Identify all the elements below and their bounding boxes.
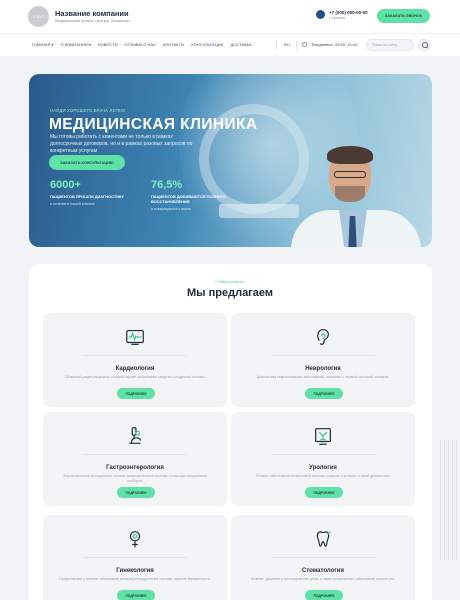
phone-city: г. Москва	[329, 16, 345, 20]
stat-value-patients: 6000+	[50, 179, 81, 191]
stat-sub-patients: и лечение в нашей клинике	[50, 202, 95, 206]
more-button[interactable]: ПОДРОБНЕЕ	[305, 388, 343, 399]
xray-icon	[315, 428, 331, 445]
card-title: Гастроэнтерология	[106, 465, 164, 471]
card-divider	[271, 355, 375, 356]
search-icon[interactable]	[418, 39, 430, 51]
tooth-icon	[316, 531, 331, 547]
card-title: Урология	[309, 465, 337, 471]
nav-divider	[296, 40, 297, 50]
company-subtitle: Медицинские услуги, центры, больницы	[55, 18, 130, 23]
more-button[interactable]: ПОДРОБНЕЕ	[305, 487, 343, 498]
more-button[interactable]: ПОДРОБНЕЕ	[117, 388, 155, 399]
doctor-beard-image	[335, 186, 365, 202]
card-description: Профилактика и лечение заболеваний женск…	[59, 577, 211, 581]
service-card-dentistry[interactable]: Стоматология Лечение, удаление и протези…	[231, 515, 415, 600]
ear-icon	[317, 329, 329, 345]
nav-item-home[interactable]: ГЛАВНАЯ ▾	[32, 42, 53, 47]
card-description: Лечение, удаление и протезирование зубов…	[250, 577, 396, 581]
card-description: Диагностика неврологических заболеваний,…	[256, 375, 390, 379]
more-button[interactable]: ПОДРОБНЕЕ	[117, 590, 155, 600]
clock-icon	[302, 42, 307, 47]
card-description: Эндоскопическое исследование органов пищ…	[62, 474, 208, 483]
main-nav: ГЛАВНАЯ ▾ О КОМПАНИИ ▾ НОВОСТИ ОТЗЫВЫ О …	[0, 33, 460, 56]
phone-icon	[316, 10, 325, 19]
hero-description: Мы готовы работать с клиентами не только…	[50, 134, 193, 154]
company-name[interactable]: Название компании	[55, 9, 129, 18]
doctor-hair-image	[327, 146, 373, 164]
card-description: Обширный раздел медицины, который изучае…	[64, 375, 206, 379]
phone-number[interactable]: +7 (000) 000-00-00	[329, 10, 368, 15]
service-card-urology[interactable]: Урология Лечение заболеваний мочеполовой…	[231, 412, 415, 506]
nav-item-consultations[interactable]: КОНСУЛЬТАЦИИ	[191, 42, 223, 47]
hero-title: МЕДИЦИНСКАЯ КЛИНИКА	[49, 116, 258, 133]
card-divider	[271, 454, 375, 455]
stat-sub-recovery: и возвращаются к жизни	[151, 207, 191, 211]
card-title: Гинекология	[116, 568, 154, 574]
card-divider	[83, 557, 187, 558]
hero-kicker: НАЙДИ ХОРОШЕГО ВРАЧА ЛЕГКО!	[50, 108, 126, 113]
service-card-cardiology[interactable]: Кардиология Обширный раздел медицины, ко…	[43, 313, 227, 407]
doctor-glasses-image	[334, 171, 366, 178]
card-title: Кардиология	[115, 366, 155, 372]
cardiogram-icon	[126, 329, 144, 345]
nav-item-delivery[interactable]: ДОСТАВКА	[230, 42, 251, 47]
consultation-button[interactable]: ЗАКАЗАТЬ КОНСУЛЬТАЦИЮ	[49, 155, 125, 170]
decorative-lines	[440, 440, 460, 560]
nav-item-about[interactable]: О КОМПАНИИ ▾	[60, 42, 90, 47]
stat-value-recovery: 76,5%	[151, 179, 183, 191]
service-card-gastroenterology[interactable]: Гастроэнтерология Эндоскопическое исслед…	[43, 412, 227, 506]
nav-divider	[276, 40, 277, 50]
service-card-gynecology[interactable]: Гинекология Профилактика и лечение забол…	[43, 515, 227, 600]
microscope-icon	[129, 427, 142, 444]
card-title: Стоматология	[302, 568, 344, 574]
more-button[interactable]: ПОДРОБНЕЕ	[305, 590, 343, 600]
nav-item-contacts[interactable]: КОНТАКТЫ	[163, 42, 185, 47]
working-hours: Ежедневно: 09:00 -21:00	[312, 42, 358, 47]
nav-item-reviews[interactable]: ОТЗЫВЫ О НАС	[124, 42, 155, 47]
nav-items: ГЛАВНАЯ ▾ О КОМПАНИИ ▾ НОВОСТИ ОТЗЫВЫ О …	[32, 42, 252, 47]
language-switch[interactable]: RU	[284, 42, 290, 47]
card-description: Лечение заболеваний мочеполовой системы …	[256, 474, 390, 478]
more-button[interactable]: ПОДРОБНЕЕ	[117, 487, 155, 498]
site-header: LOGO Название компании Медицинские услуг…	[0, 0, 460, 33]
services-kicker: < Наши услуги >	[214, 279, 246, 284]
card-divider	[83, 355, 187, 356]
logo[interactable]: LOGO	[28, 6, 49, 27]
service-card-neurology[interactable]: Неврология Диагностика неврологических з…	[231, 313, 415, 407]
search-input[interactable]: Поиск по сайту	[366, 39, 414, 51]
callback-button[interactable]: ЗАКАЗАТЬ ЗВОНОК	[377, 9, 430, 23]
card-title: Неврология	[305, 366, 341, 372]
nav-item-news[interactable]: НОВОСТИ	[98, 42, 118, 47]
card-divider	[83, 454, 187, 455]
stat-label-recovery: ПАЦИЕНТОВ ДОБИВАЮТСЯ ПОЛНОГО ВОССТАНОВЛЕ…	[151, 194, 227, 204]
mri-bed-image	[219, 204, 299, 218]
gynecology-icon	[129, 531, 141, 548]
stat-label-patients: ПАЦИЕНТОВ ПРОШЛИ ДИАГНОСТИКУ	[50, 194, 124, 199]
card-divider	[271, 557, 375, 558]
services-title: Мы предлагаем	[187, 287, 273, 299]
